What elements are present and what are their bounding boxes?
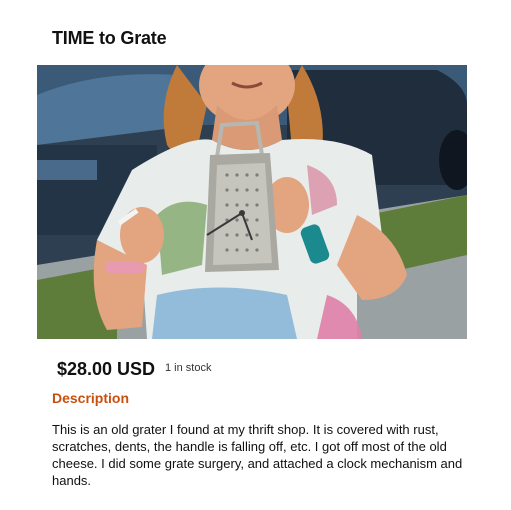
product-photo[interactable]	[37, 65, 467, 339]
stock-status: 1 in stock	[165, 362, 212, 374]
product-price: $28.00 USD	[57, 359, 156, 379]
product-page: TIME to Grate $28.00 USD 1 in stock Desc…	[0, 0, 511, 510]
description-heading: Description	[52, 390, 130, 406]
product-title: TIME to Grate	[52, 28, 167, 48]
description-text: This is an old grater I found at my thri…	[52, 422, 463, 488]
